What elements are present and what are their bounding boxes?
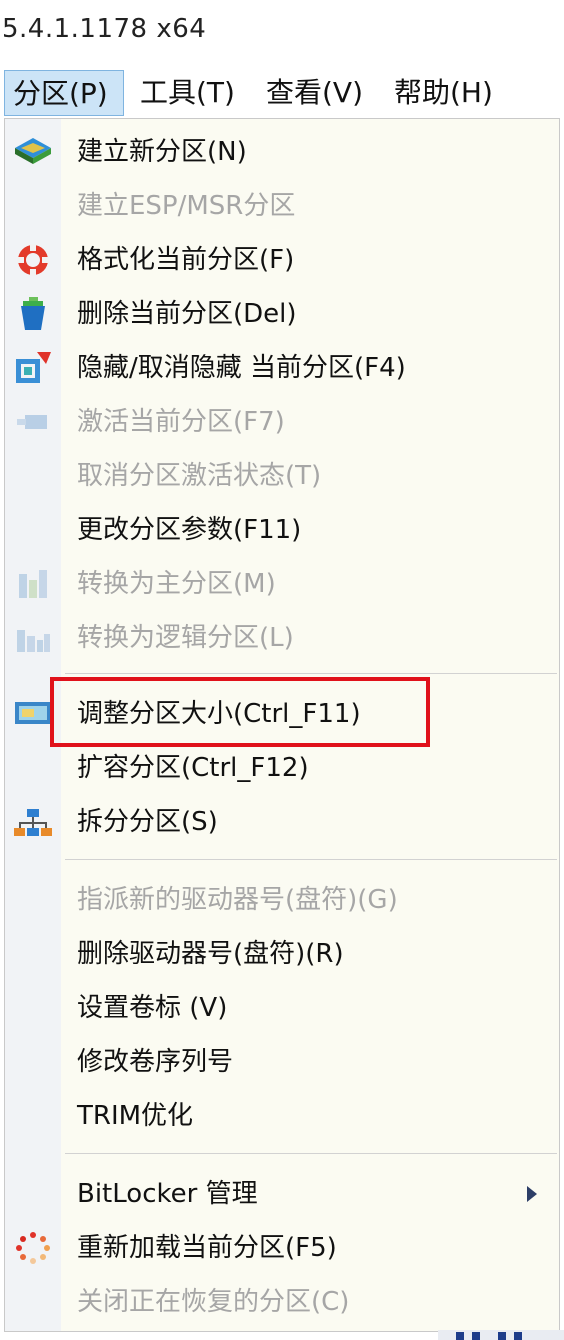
trash-icon — [13, 296, 53, 332]
menu-bar: 分区(P) 工具(T) 查看(V) 帮助(H) — [0, 66, 564, 120]
menu-item-create-esp-msr[interactable]: 建立ESP/MSR分区 — [5, 181, 559, 231]
convert-primary-icon — [13, 566, 53, 602]
menu-item-close-recovering[interactable]: 关闭正在恢复的分区(C) — [5, 1277, 559, 1327]
resize-icon — [13, 696, 53, 732]
menu-item-bitlocker[interactable]: BitLocker 管理 — [5, 1169, 559, 1219]
menu-item-trim[interactable]: TRIM优化 — [5, 1091, 559, 1141]
reload-icon — [13, 1230, 53, 1266]
menu-item-split-partition[interactable]: 拆分分区(S) — [5, 797, 559, 847]
menu-view[interactable]: 查看(V) — [258, 70, 371, 116]
split-icon — [13, 804, 53, 840]
menu-item-convert-logical[interactable]: 转换为逻辑分区(L) — [5, 613, 559, 663]
menu-item-deactivate-partition[interactable]: 取消分区激活状态(T) — [5, 451, 559, 501]
submenu-arrow-icon — [527, 1186, 537, 1202]
hide-partition-icon — [13, 350, 53, 386]
activate-icon — [13, 404, 53, 440]
menu-item-convert-primary[interactable]: 转换为主分区(M) — [5, 559, 559, 609]
menu-item-reload-partition[interactable]: 重新加载当前分区(F5) — [5, 1223, 559, 1273]
menu-item-set-volume-label[interactable]: 设置卷标 (V) — [5, 983, 559, 1033]
convert-logical-icon — [13, 620, 53, 656]
menu-item-activate-partition[interactable]: 激活当前分区(F7) — [5, 397, 559, 447]
menu-item-assign-drive-letter[interactable]: 指派新的驱动器号(盘符)(G) — [5, 875, 559, 925]
red-highlight-box — [50, 677, 430, 747]
menu-item-format[interactable]: 格式化当前分区(F) — [5, 235, 559, 285]
menu-item-hide-partition[interactable]: 隐藏/取消隐藏 当前分区(F4) — [5, 343, 559, 393]
menu-separator — [65, 859, 557, 860]
menu-item-new-partition[interactable]: 建立新分区(N) — [5, 127, 559, 177]
menu-tools[interactable]: 工具(T) — [132, 70, 243, 116]
menu-separator — [65, 1153, 557, 1154]
menu-item-change-params[interactable]: 更改分区参数(F11) — [5, 505, 559, 555]
menu-item-extend-partition[interactable]: 扩容分区(Ctrl_F12) — [5, 743, 559, 793]
lifebuoy-icon — [13, 242, 53, 278]
menu-partition[interactable]: 分区(P) — [4, 70, 124, 116]
menu-item-remove-drive-letter[interactable]: 删除驱动器号(盘符)(R) — [5, 929, 559, 979]
menu-item-change-serial[interactable]: 修改卷序列号 — [5, 1037, 559, 1087]
layers-icon — [13, 134, 53, 170]
menu-item-delete-partition[interactable]: 删除当前分区(Del) — [5, 289, 559, 339]
version-label: 5.4.1.1178 x64 — [2, 14, 207, 44]
menu-help[interactable]: 帮助(H) — [386, 70, 501, 116]
background-fragment — [438, 1330, 564, 1340]
menu-separator — [65, 673, 557, 674]
